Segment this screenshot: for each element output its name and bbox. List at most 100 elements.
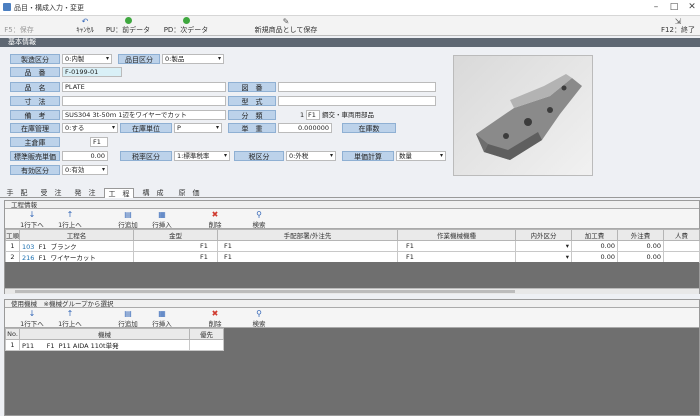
table-row[interactable]: 1 P11 F1 P11 AIDA 110t単発 bbox=[5, 339, 224, 351]
machine-header: 使用機械 ※機械グループから選択 bbox=[5, 300, 699, 308]
tab-tehai[interactable]: 手 配 bbox=[6, 188, 28, 198]
sunpo-field[interactable] bbox=[62, 96, 226, 106]
tanka-keisan-label: 単価計算 bbox=[342, 151, 394, 161]
zuban-field[interactable] bbox=[278, 82, 436, 92]
binoculars-icon: ⚲ bbox=[256, 309, 262, 318]
prev-data-button[interactable]: PU：前データ bbox=[100, 17, 156, 35]
process-scrollbar[interactable] bbox=[5, 288, 699, 294]
process-empty-area bbox=[5, 262, 699, 288]
tehai-cell[interactable]: F1 bbox=[217, 240, 398, 252]
kikai-cell[interactable]: F1 bbox=[397, 240, 516, 252]
zei-kubun-select[interactable]: 0:外税 bbox=[286, 151, 336, 161]
zeiritsu-label: 税率区分 bbox=[120, 151, 172, 161]
minimize-icon[interactable]: – bbox=[648, 1, 664, 14]
delete-button[interactable]: ✖ 削除 bbox=[205, 309, 225, 328]
hyojun-field[interactable]: 0.00 bbox=[62, 151, 108, 161]
metal-bracket-image bbox=[476, 74, 582, 160]
seizo-kubun-label: 製造区分 bbox=[10, 54, 60, 64]
process-header-row: 工順 工程名 金型 手配部署/外注先 作業機械機種 内外区分 加工費 外注費 人… bbox=[5, 229, 700, 241]
kakouhi-cell[interactable]: 0.00 bbox=[571, 240, 618, 252]
naigai-cell[interactable]: ▾ bbox=[515, 240, 572, 252]
katashiki-label: 型 式 bbox=[228, 96, 276, 106]
tab-kotei[interactable]: 工 程 bbox=[104, 188, 134, 198]
next-data-button[interactable]: PD：次データ bbox=[158, 17, 214, 35]
machine-header-row: No. 機械 優先 bbox=[5, 328, 224, 340]
table-row[interactable]: 2 216 F1 ワイヤーカット F1 F1 F1 ▾ 0.00 0.00 bbox=[5, 251, 700, 263]
yuko-select[interactable]: 0:有効 bbox=[62, 165, 108, 175]
tab-genka[interactable]: 原 価 bbox=[178, 188, 200, 198]
close-icon[interactable]: ✕ bbox=[684, 1, 700, 14]
machine-toolbar: ↓ 1行下へ ↑ 1行上へ ▤ 行追加 ▦ 行挿入 ✖ 削除 ⚲ 検索 bbox=[5, 308, 699, 328]
shusoko-field[interactable]: F1 bbox=[90, 137, 108, 147]
tab-juchu[interactable]: 受 注 bbox=[40, 188, 62, 198]
move-up-button[interactable]: ↑ 1行上へ bbox=[57, 309, 83, 328]
sunpo-label: 寸 法 bbox=[10, 96, 60, 106]
tab-kosei[interactable]: 構 成 bbox=[142, 188, 164, 198]
jinpi-cell[interactable] bbox=[663, 251, 700, 263]
koutei-cell[interactable]: 103 F1 ブランク bbox=[19, 240, 134, 252]
col-koutei-name: 工程名 bbox=[19, 229, 134, 241]
koutei-cell[interactable]: 216 F1 ワイヤーカット bbox=[19, 251, 134, 263]
machine-panel: 使用機械 ※機械グループから選択 ↓ 1行下へ ↑ 1行上へ ▤ 行追加 ▦ 行挿入 ✖… bbox=[4, 299, 700, 416]
move-down-button[interactable]: ↓ 1行下へ bbox=[19, 309, 45, 328]
tanka-keisan-select[interactable]: 数量 bbox=[396, 151, 446, 161]
kikai-cell[interactable]: P11 F1 P11 AIDA 110t単発 bbox=[19, 339, 190, 351]
katashiki-field[interactable] bbox=[278, 96, 436, 106]
zaiko-tani-select[interactable]: P bbox=[174, 123, 222, 133]
cancel-button[interactable]: ↶ ｷｬﾝｾﾙ bbox=[72, 17, 98, 35]
zeiritsu-select[interactable]: 1:標準税率 bbox=[174, 151, 230, 161]
exit-button[interactable]: ⇲ F12：終了 bbox=[658, 17, 698, 35]
exit-icon: ⇲ bbox=[674, 17, 682, 26]
gaichuhi-cell[interactable]: 0.00 bbox=[617, 251, 664, 263]
detail-tabs: 手 配 受 注 発 注 工 程 構 成 原 価 bbox=[0, 187, 700, 198]
bunrui-num: 1 bbox=[300, 111, 305, 119]
naigai-cell[interactable]: ▾ bbox=[515, 251, 572, 263]
col-naigai: 内外区分 bbox=[515, 229, 572, 241]
bunrui-code-field[interactable]: F1 bbox=[306, 110, 320, 120]
col-yusen: 優先 bbox=[189, 328, 224, 340]
scroll-thumb[interactable] bbox=[15, 290, 515, 293]
seizo-kubun-select[interactable]: 0:内製 bbox=[62, 54, 112, 64]
kakouhi-cell[interactable]: 0.00 bbox=[571, 251, 618, 263]
kanagata-cell[interactable]: F1 bbox=[133, 240, 218, 252]
zuban-label: 図 番 bbox=[228, 82, 276, 92]
biko-field[interactable]: SUS304 3t-50ｍ 1辺をワイヤーでカット bbox=[62, 110, 226, 120]
save-new-icon: ✎ bbox=[282, 17, 290, 26]
hinmoku-kubun-select[interactable]: 0:製品 bbox=[162, 54, 224, 64]
gaichuhi-cell[interactable]: 0.00 bbox=[617, 240, 664, 252]
arrow-left-icon bbox=[100, 17, 156, 26]
jinpi-cell[interactable] bbox=[663, 240, 700, 252]
tanju-field[interactable]: 0.000000 bbox=[278, 123, 332, 133]
app-icon bbox=[3, 3, 11, 11]
col-kanagata: 金型 bbox=[133, 229, 218, 241]
row-no: 1 bbox=[5, 240, 20, 252]
kanagata-cell[interactable]: F1 bbox=[133, 251, 218, 263]
zaiko-kanri-select[interactable]: 0:する bbox=[62, 123, 118, 133]
arrow-up-icon: ↑ bbox=[66, 309, 74, 318]
maximize-icon[interactable]: □ bbox=[666, 1, 682, 14]
process-header: 工程情報 bbox=[5, 201, 699, 209]
save-as-new-button[interactable]: ✎ 新規商品として保存 bbox=[246, 17, 326, 35]
hinban-field[interactable]: F-0199-01 bbox=[62, 67, 122, 77]
save-button[interactable]: F5：保存 bbox=[2, 17, 36, 35]
yusen-cell[interactable] bbox=[189, 339, 224, 351]
kikai-cell[interactable]: F1 bbox=[397, 251, 516, 263]
delete-button[interactable]: ✖ 削除 bbox=[205, 210, 225, 229]
hinmei-field[interactable]: PLATE bbox=[62, 82, 226, 92]
insert-row-button[interactable]: ▦ 行挿入 bbox=[149, 210, 175, 229]
bunrui-label: 分 類 bbox=[228, 110, 276, 120]
tehai-cell[interactable]: F1 bbox=[217, 251, 398, 263]
tab-hachu[interactable]: 発 注 bbox=[74, 188, 96, 198]
zei-kubun-label: 税区分 bbox=[234, 151, 284, 161]
zaikosu-button[interactable]: 在庫数 bbox=[342, 123, 396, 133]
move-down-button[interactable]: ↓ 1行下へ bbox=[19, 210, 45, 229]
table-row[interactable]: 1 103 F1 ブランク F1 F1 F1 ▾ 0.00 0.00 bbox=[5, 240, 700, 252]
bunrui-value: 鋼交・車両用部品 bbox=[322, 111, 374, 119]
shusoko-label: 主倉庫 bbox=[10, 137, 60, 147]
add-row-button[interactable]: ▤ 行追加 bbox=[115, 210, 141, 229]
add-row-button[interactable]: ▤ 行追加 bbox=[115, 309, 141, 328]
move-up-button[interactable]: ↑ 1行上へ bbox=[57, 210, 83, 229]
insert-row-button[interactable]: ▦ 行挿入 bbox=[149, 309, 175, 328]
search-button[interactable]: ⚲ 検索 bbox=[249, 210, 269, 229]
search-button[interactable]: ⚲ 検索 bbox=[249, 309, 269, 328]
